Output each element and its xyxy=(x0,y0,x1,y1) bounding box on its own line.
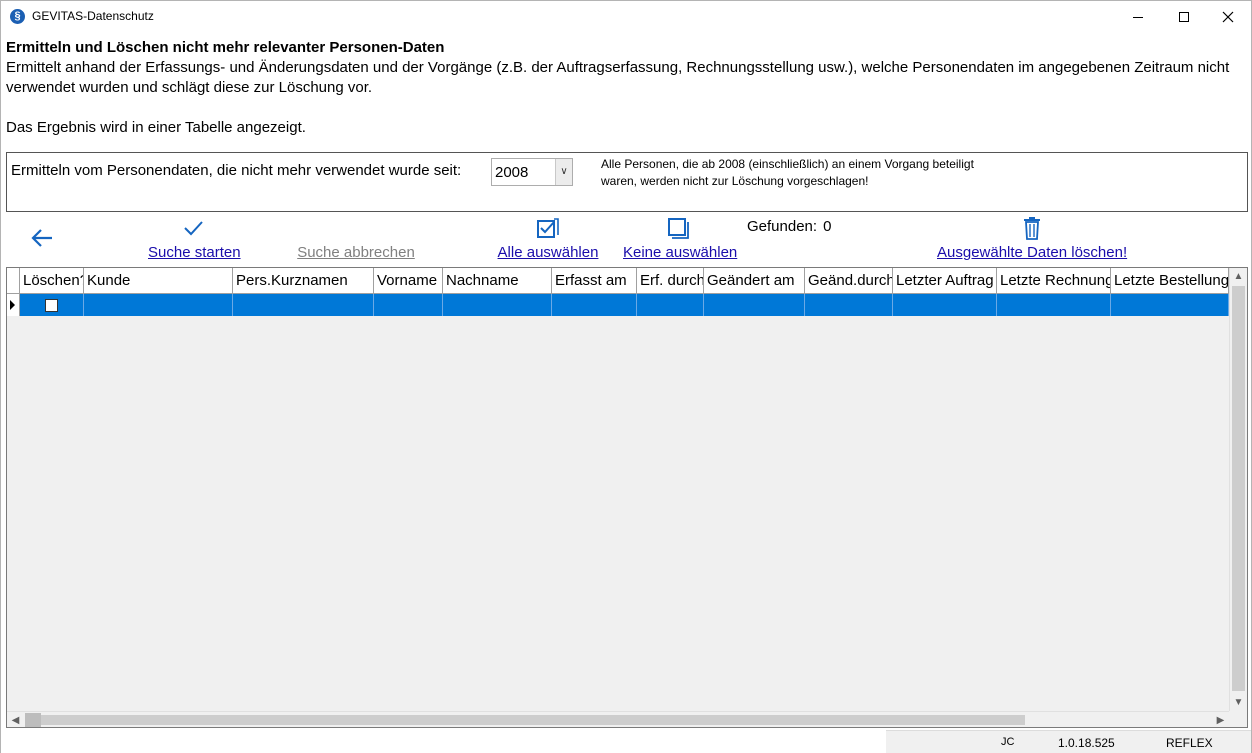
filter-hint: Alle Personen, die ab 2008 (einschließli… xyxy=(601,157,974,188)
start-search-label: Suche starten xyxy=(148,244,241,261)
vertical-scroll-thumb[interactable] xyxy=(1232,286,1245,691)
status-panel: JC 1.0.18.525 REFLEX xyxy=(886,730,1251,753)
column-header-nachname[interactable]: Nachname xyxy=(443,268,552,294)
row-cell-letzte-rechnung[interactable] xyxy=(997,294,1111,316)
window-title: GEVITAS-Datenschutz xyxy=(32,9,154,23)
row-cell-geaend-durch[interactable] xyxy=(805,294,893,316)
row-cell-kurzname[interactable] xyxy=(233,294,374,316)
checkmark-icon xyxy=(184,221,203,236)
select-none-label: Keine auswählen xyxy=(623,244,738,261)
delete-selected-label: Ausgewählte Daten löschen! xyxy=(937,244,1128,261)
abort-spacer xyxy=(297,215,415,241)
select-all-button[interactable]: Alle auswählen xyxy=(497,215,599,261)
found-counter: Gefunden: 0 xyxy=(747,218,831,235)
status-user: JC xyxy=(1001,736,1015,748)
table-header: Löschen? Kunde Pers.Kurznamen Vorname Na… xyxy=(7,268,1229,294)
page-description: Ermittelt anhand der Erfassungs- und Änd… xyxy=(6,59,1230,96)
scroll-left-icon[interactable]: ◀ xyxy=(7,712,24,727)
column-header-vorname[interactable]: Vorname xyxy=(374,268,443,294)
current-row-icon xyxy=(10,300,15,310)
app-window: § GEVITAS-Datenschutz Ermitteln und Lösc… xyxy=(0,0,1252,753)
column-header-kunde[interactable]: Kunde xyxy=(84,268,233,294)
back-button[interactable] xyxy=(29,225,55,251)
app-icon: § xyxy=(10,9,25,24)
chevron-down-icon[interactable]: ∨ xyxy=(555,159,572,185)
row-cell-nachname[interactable] xyxy=(443,294,552,316)
select-none-button[interactable]: Keine auswählen xyxy=(623,215,738,261)
minimize-icon xyxy=(1133,16,1143,18)
row-cell-vorname[interactable] xyxy=(374,294,443,316)
scroll-up-icon[interactable]: ▲ xyxy=(1230,268,1247,285)
trash-icon xyxy=(1024,217,1040,240)
title-bar: § GEVITAS-Datenschutz xyxy=(1,1,1251,32)
result-note: Das Ergebnis wird in einer Tabelle angez… xyxy=(6,119,306,136)
start-search-button[interactable]: Suche starten xyxy=(148,215,241,261)
scroll-right-icon[interactable]: ▶ xyxy=(1212,712,1229,727)
column-header-geaend-durch[interactable]: Geänd.durch xyxy=(805,268,893,294)
column-header-letzte-rechnung[interactable]: Letzte Rechnung xyxy=(997,268,1111,294)
row-cell-erfasst-am[interactable] xyxy=(552,294,637,316)
table-row[interactable] xyxy=(7,294,1229,316)
column-header-erf-durch[interactable]: Erf. durch xyxy=(637,268,704,294)
horizontal-scrollbar[interactable]: ◀ ▶ xyxy=(7,711,1229,727)
abort-search-label: Suche abbrechen xyxy=(297,244,415,261)
checkbox-empty-icon xyxy=(668,218,689,239)
row-cell-geaendert-am[interactable] xyxy=(704,294,805,316)
column-header-loeschen[interactable]: Löschen? xyxy=(20,268,84,294)
abort-search-button[interactable]: Suche abbrechen xyxy=(297,215,415,261)
filter-panel: Ermitteln vom Personendaten, die nicht m… xyxy=(6,152,1248,212)
close-icon xyxy=(1222,11,1234,23)
row-selector[interactable] xyxy=(7,294,20,316)
horizontal-scroll-thumb-grip[interactable] xyxy=(25,713,41,727)
found-label: Gefunden: xyxy=(747,218,818,235)
filter-label: Ermitteln vom Personendaten, die nicht m… xyxy=(11,162,462,179)
checkbox-checked-icon xyxy=(537,218,559,238)
row-cell-letzte-bestellung[interactable] xyxy=(1111,294,1229,316)
column-header-letzte-bestellung[interactable]: Letzte Bestellung xyxy=(1111,268,1229,294)
year-select[interactable]: 2008 ∨ xyxy=(491,158,573,186)
column-header-erfasst-am[interactable]: Erfasst am xyxy=(552,268,637,294)
scroll-down-icon[interactable]: ▼ xyxy=(1230,694,1247,711)
results-table[interactable]: Löschen? Kunde Pers.Kurznamen Vorname Na… xyxy=(6,267,1248,728)
status-bar: JC 1.0.18.525 REFLEX xyxy=(1,730,1251,753)
scrollbar-corner xyxy=(1229,711,1247,727)
arrow-left-icon xyxy=(31,229,52,247)
found-count: 0 xyxy=(823,218,832,235)
column-header-kurzname[interactable]: Pers.Kurznamen xyxy=(233,268,374,294)
row-delete-cell[interactable] xyxy=(20,294,84,316)
row-header-corner xyxy=(7,268,20,294)
horizontal-scroll-thumb[interactable] xyxy=(25,715,1025,725)
status-app: REFLEX xyxy=(1166,736,1213,750)
page-title: Ermitteln und Löschen nicht mehr relevan… xyxy=(6,39,445,56)
maximize-icon xyxy=(1179,12,1189,23)
select-all-label: Alle auswählen xyxy=(497,244,599,261)
row-delete-checkbox[interactable] xyxy=(45,299,58,312)
maximize-button[interactable] xyxy=(1161,1,1207,32)
delete-selected-button[interactable]: Ausgewählte Daten löschen! xyxy=(937,215,1127,261)
column-header-geaendert-am[interactable]: Geändert am xyxy=(704,268,805,294)
row-cell-erf-durch[interactable] xyxy=(637,294,704,316)
minimize-button[interactable] xyxy=(1115,1,1161,32)
row-cell-kunde[interactable] xyxy=(84,294,233,316)
vertical-scrollbar[interactable]: ▲ ▼ xyxy=(1229,268,1247,711)
year-select-value: 2008 xyxy=(495,164,529,181)
close-button[interactable] xyxy=(1205,1,1251,32)
row-cell-letzter-auftrag[interactable] xyxy=(893,294,997,316)
status-version: 1.0.18.525 xyxy=(1058,736,1115,750)
column-header-letzter-auftrag[interactable]: Letzter Auftrag xyxy=(893,268,997,294)
